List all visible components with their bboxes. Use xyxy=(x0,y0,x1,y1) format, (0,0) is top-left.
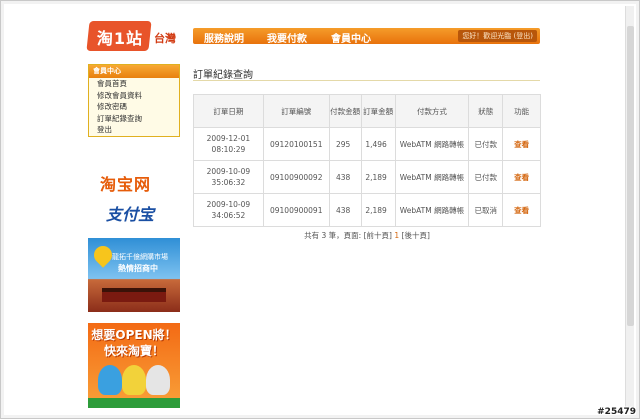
pager-current-page[interactable]: 1 xyxy=(394,231,399,240)
view-order-link[interactable]: 查看 xyxy=(514,140,529,149)
order-amount: 2,189 xyxy=(360,193,396,227)
time-text: 35:06:32 xyxy=(211,178,246,187)
payment-method: WebATM 網路轉帳 xyxy=(394,127,470,161)
ad-open-line2: 快來淘寶！ xyxy=(103,344,164,358)
ad-ground xyxy=(88,398,180,408)
order-date: 2009-10-09 35:06:32 xyxy=(193,160,264,194)
sidebar-heading: 會員中心 xyxy=(89,65,179,78)
logo-text: 淘1站 xyxy=(96,29,144,48)
date-text: 2009-10-09 xyxy=(206,200,251,209)
ad-banner-open[interactable]: 想要OPEN將！ 快來淘寶！ xyxy=(88,323,180,408)
watermark-text: #25479 xyxy=(597,407,636,417)
nav-member-center[interactable]: 會員中心 xyxy=(331,30,371,45)
sidebar-item-orders[interactable]: 訂單紀錄查詢 xyxy=(89,113,179,125)
logo-region: 台灣 xyxy=(154,32,176,45)
taobao-logo[interactable]: 淘宝网 xyxy=(100,171,151,195)
ad-banner-line1: 龍拓千億網購市場 xyxy=(112,253,168,261)
col-status: 狀態 xyxy=(468,94,504,128)
date-text: 2009-12-01 xyxy=(206,134,251,143)
col-payment-method: 付款方式 xyxy=(394,94,470,128)
pager-summary: 共有 3 筆，頁面: xyxy=(304,231,362,240)
col-order-amount: 訂單金額 xyxy=(360,94,396,128)
table-row: 2009-10-09 34:06:52 09100900091 438 2,189… xyxy=(193,193,541,227)
mascot-yellow-illustration xyxy=(122,365,146,395)
vertical-scrollbar[interactable] xyxy=(625,6,634,408)
col-paid-amount: 付款金額 xyxy=(328,94,362,128)
sidebar-item-logout[interactable]: 登出 xyxy=(89,124,179,136)
sidebar-menu: 會員中心 會員首頁 修改會員資料 修改密碼 訂單紀錄查詢 登出 xyxy=(88,64,180,137)
ad-banner-line2: 熱情招商中 xyxy=(118,264,158,273)
pagination: 共有 3 筆，頁面: [前十頁] 1 [後十頁] xyxy=(193,230,541,241)
gate-illustration xyxy=(102,288,166,302)
ad-banner-merchants[interactable]: 龍拓千億網購市場 熱情招商中 xyxy=(88,238,180,312)
sidebar-item-home[interactable]: 會員首頁 xyxy=(89,78,179,90)
top-nav: 服務說明 我要付款 會員中心 您好！歡迎光臨 (登出) xyxy=(193,28,540,45)
order-id: 09120100151 xyxy=(262,127,330,161)
time-text: 34:06:52 xyxy=(211,211,246,220)
order-amount: 2,189 xyxy=(360,160,396,194)
view-order-link[interactable]: 查看 xyxy=(514,173,529,182)
col-order-date: 訂單日期 xyxy=(193,94,264,128)
ad-open-line1: 想要OPEN將！ xyxy=(91,328,177,342)
pager-prev-link[interactable]: [前十頁] xyxy=(364,231,392,240)
mascot-white-illustration xyxy=(146,365,170,395)
col-order-id: 訂單編號 xyxy=(262,94,330,128)
nav-payment[interactable]: 我要付款 xyxy=(267,30,307,45)
user-greeting[interactable]: 您好！歡迎光臨 (登出) xyxy=(458,30,537,42)
table-row: 2009-12-01 08:10:29 09120100151 295 1,496… xyxy=(193,127,541,161)
order-status: 已取消 xyxy=(468,193,504,227)
order-date: 2009-12-01 08:10:29 xyxy=(193,127,264,161)
col-action: 功能 xyxy=(502,94,541,128)
title-divider xyxy=(193,80,540,81)
orders-table: 訂單日期 訂單編號 付款金額 訂單金額 付款方式 狀態 功能 2009-12-0… xyxy=(193,94,541,227)
order-date: 2009-10-09 34:06:52 xyxy=(193,193,264,227)
order-status: 已付款 xyxy=(468,160,504,194)
table-row: 2009-10-09 35:06:32 09100900092 438 2,189… xyxy=(193,160,541,194)
payment-method: WebATM 網路轉帳 xyxy=(394,193,470,227)
paid-amount: 438 xyxy=(328,193,362,227)
time-text: 08:10:29 xyxy=(211,145,246,154)
site-logo[interactable]: 淘1站 台灣 xyxy=(86,21,184,53)
view-order-link[interactable]: 查看 xyxy=(514,206,529,215)
table-header-row: 訂單日期 訂單編號 付款金額 訂單金額 付款方式 狀態 功能 xyxy=(193,94,541,128)
mascot-blue-illustration xyxy=(98,365,122,395)
order-id: 09100900092 xyxy=(262,160,330,194)
date-text: 2009-10-09 xyxy=(206,167,251,176)
nav-service[interactable]: 服務說明 xyxy=(204,30,244,45)
order-status: 已付款 xyxy=(468,127,504,161)
alipay-logo[interactable]: 支付宝 xyxy=(106,201,154,225)
pager-next-link[interactable]: [後十頁] xyxy=(402,231,430,240)
order-amount: 1,496 xyxy=(360,127,396,161)
payment-method: WebATM 網路轉帳 xyxy=(394,160,470,194)
sidebar-item-change-password[interactable]: 修改密碼 xyxy=(89,101,179,113)
paid-amount: 295 xyxy=(328,127,362,161)
page-title: 訂單紀錄查詢 xyxy=(193,70,253,81)
order-id: 09100900091 xyxy=(262,193,330,227)
paid-amount: 438 xyxy=(328,160,362,194)
scrollbar-thumb[interactable] xyxy=(627,26,634,326)
sidebar-item-edit-profile[interactable]: 修改會員資料 xyxy=(89,90,179,102)
